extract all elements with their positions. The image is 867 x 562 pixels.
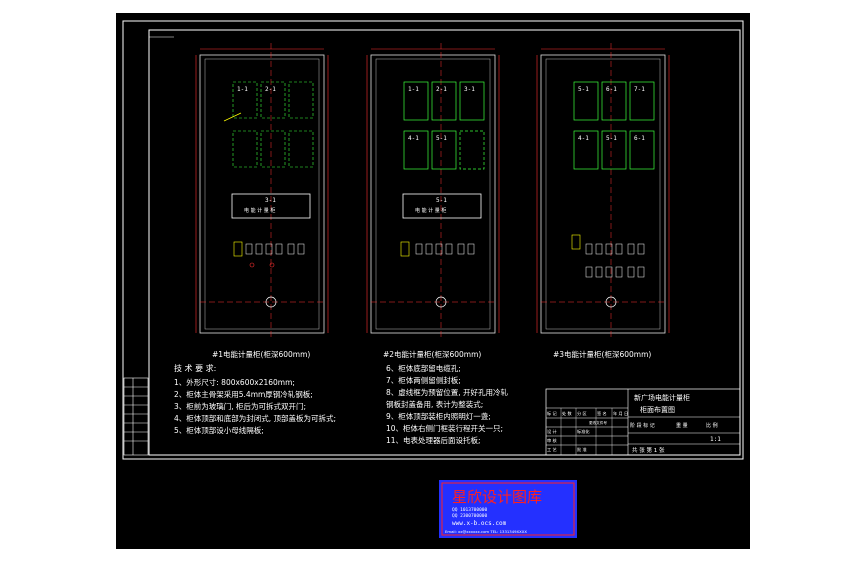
title-stage-label: 阶 段 标 记 bbox=[630, 422, 655, 429]
cabinet-3-meter-label-4: 4-1 bbox=[578, 135, 589, 142]
cabinet-1-title: #1电能计量柜(柜深600mm) bbox=[212, 349, 310, 359]
tech-right-1: 6、柜体底部留电缆孔; bbox=[386, 363, 461, 373]
revision-table bbox=[123, 377, 149, 456]
watermark-line-4: Email: xx@xxxxxx.com TEL: 1331349XXXX bbox=[445, 529, 527, 534]
cabinet-3-meter-label-5: 5-1 bbox=[606, 135, 617, 142]
cabinet-3-meter-label-1: 5-1 bbox=[578, 86, 589, 93]
cabinet-3-door bbox=[545, 58, 661, 330]
tech-right-7: 11、电表处理器后面设托板; bbox=[386, 435, 481, 445]
cabinet-1-meter-grid bbox=[232, 81, 314, 168]
watermark-line-3: www.x-b.ocs.com bbox=[452, 520, 507, 527]
cabinet-3-meter-label-6: 6-1 bbox=[634, 135, 645, 142]
title-cell-11: 批 准 bbox=[577, 446, 587, 453]
cabinet-2-panel-text: 电 能 计 量 柜 bbox=[415, 207, 446, 214]
cabinet-3-meter-label-3: 7-1 bbox=[634, 86, 645, 93]
tech-right-4: 钢板封盖备用, 表计为整装式; bbox=[386, 399, 483, 409]
cabinet-2: 1-1 2-1 3-1 4-1 5-1 5-1 电 能 计 量 柜 #2电能计量… bbox=[366, 43, 500, 359]
tech-left-3: 3、柜前为玻璃门, 柜后为可拆式双开门; bbox=[174, 401, 306, 411]
watermark-line-2: QQ 2300700000 bbox=[452, 513, 488, 519]
cabinet-2-meter-label-4: 4-1 bbox=[408, 135, 419, 142]
cabinet-2-terminals bbox=[400, 241, 475, 257]
title-name-2: 柜面布置图 bbox=[640, 405, 675, 414]
tech-left-1: 1、外形尺寸: 800x600x2160mm; bbox=[174, 377, 295, 387]
title-cell-10: 工 艺 bbox=[547, 447, 557, 452]
cabinet-2-meter-label-2: 2-1 bbox=[436, 86, 447, 93]
watermark: 星欣设计图库 QQ 1013700000 QQ 2300700000 www.x… bbox=[439, 480, 577, 538]
drawing-svg: 1-1 2-1 3-1 电 能 计 量 柜 #1电能计量柜(柜深600mm) 1… bbox=[122, 20, 744, 538]
cabinet-3: 5-1 6-1 7-1 4-1 5-1 6-1 #3电能计量柜(柜深600mm) bbox=[536, 43, 670, 359]
cabinet-1-leader bbox=[223, 112, 242, 122]
title-cell-6: 年 月 日 bbox=[613, 410, 628, 417]
title-cell-1: 标 记 bbox=[547, 410, 558, 417]
cabinet-3-outline bbox=[540, 54, 666, 334]
cabinet-3-meter-label-2: 6-1 bbox=[606, 86, 617, 93]
cabinet-1-terminals bbox=[233, 241, 305, 268]
tech-right-5: 9、柜体顶部装柜内照明灯一盏; bbox=[386, 411, 491, 421]
title-block: 新广场电能计量柜 柜面布置图 阶 段 标 记 重 量 比 例 1:1 共 张 第… bbox=[545, 388, 741, 456]
tech-heading: 技 术 要 求: bbox=[174, 363, 216, 373]
cabinet-3-title: #3电能计量柜(柜深600mm) bbox=[553, 349, 651, 359]
title-cell-2: 处 数 bbox=[562, 410, 573, 417]
tech-left-4: 4、柜体顶部和底部为封闭式, 顶部盖板为可拆式; bbox=[174, 413, 336, 423]
title-cell-7: 设 计 bbox=[547, 428, 557, 435]
watermark-line-1: QQ 1013700000 bbox=[452, 507, 488, 513]
title-cell-3: 分 区 bbox=[577, 410, 587, 417]
cabinet-1-panel-label: 3-1 bbox=[265, 197, 276, 204]
tech-right-3: 8、虚线框为预留位置, 开好孔用冷轧 bbox=[386, 387, 509, 397]
cabinet-2-panel-label: 5-1 bbox=[436, 197, 447, 204]
title-weight-label: 重 量 bbox=[676, 422, 688, 429]
tech-left-2: 2、柜体主骨架采用5.4mm厚钢冷轧钢板; bbox=[174, 389, 313, 399]
cabinet-2-title: #2电能计量柜(柜深600mm) bbox=[383, 349, 481, 359]
cabinet-1-meter-label-2: 2-1 bbox=[265, 86, 276, 93]
title-cell-4: 更改文件号 bbox=[589, 420, 607, 425]
cad-canvas: 1-1 2-1 3-1 电 能 计 量 柜 #1电能计量柜(柜深600mm) 1… bbox=[116, 13, 750, 549]
title-scale-label: 比 例 bbox=[706, 422, 718, 429]
tech-left-5: 5、柜体顶部设小母线隔板; bbox=[174, 425, 264, 435]
title-cell-5: 签 名 bbox=[597, 410, 607, 417]
title-sheet: 共 张 第 1 张 bbox=[632, 446, 665, 454]
tech-right-6: 10、柜体右侧门框装行程开关一只; bbox=[386, 423, 503, 433]
cabinet-3-terminals bbox=[571, 234, 645, 278]
cabinet-2-meter-label-3: 3-1 bbox=[464, 86, 475, 93]
cabinet-3-meter-grid bbox=[573, 81, 655, 170]
cabinet-1-panel-text: 电 能 计 量 柜 bbox=[244, 207, 275, 214]
cabinet-2-meter-grid bbox=[403, 81, 485, 170]
tech-requirements: 技 术 要 求: 1、外形尺寸: 800x600x2160mm; 2、柜体主骨架… bbox=[174, 363, 509, 445]
cabinet-2-meter-label-1: 1-1 bbox=[408, 86, 419, 93]
title-cell-9: 审 核 bbox=[547, 437, 558, 444]
tech-right-2: 7、柜体两侧留侧封板; bbox=[386, 375, 461, 385]
cabinet-1-meter-label-1: 1-1 bbox=[237, 86, 248, 93]
cabinet-1: 1-1 2-1 3-1 电 能 计 量 柜 #1电能计量柜(柜深600mm) bbox=[195, 43, 329, 359]
title-ratio: 1:1 bbox=[710, 436, 721, 443]
title-name-1: 新广场电能计量柜 bbox=[634, 393, 690, 402]
title-cell-8: 标准化 bbox=[577, 428, 590, 435]
watermark-title: 星欣设计图库 bbox=[452, 488, 542, 506]
cabinet-2-meter-label-5: 5-1 bbox=[436, 135, 447, 142]
